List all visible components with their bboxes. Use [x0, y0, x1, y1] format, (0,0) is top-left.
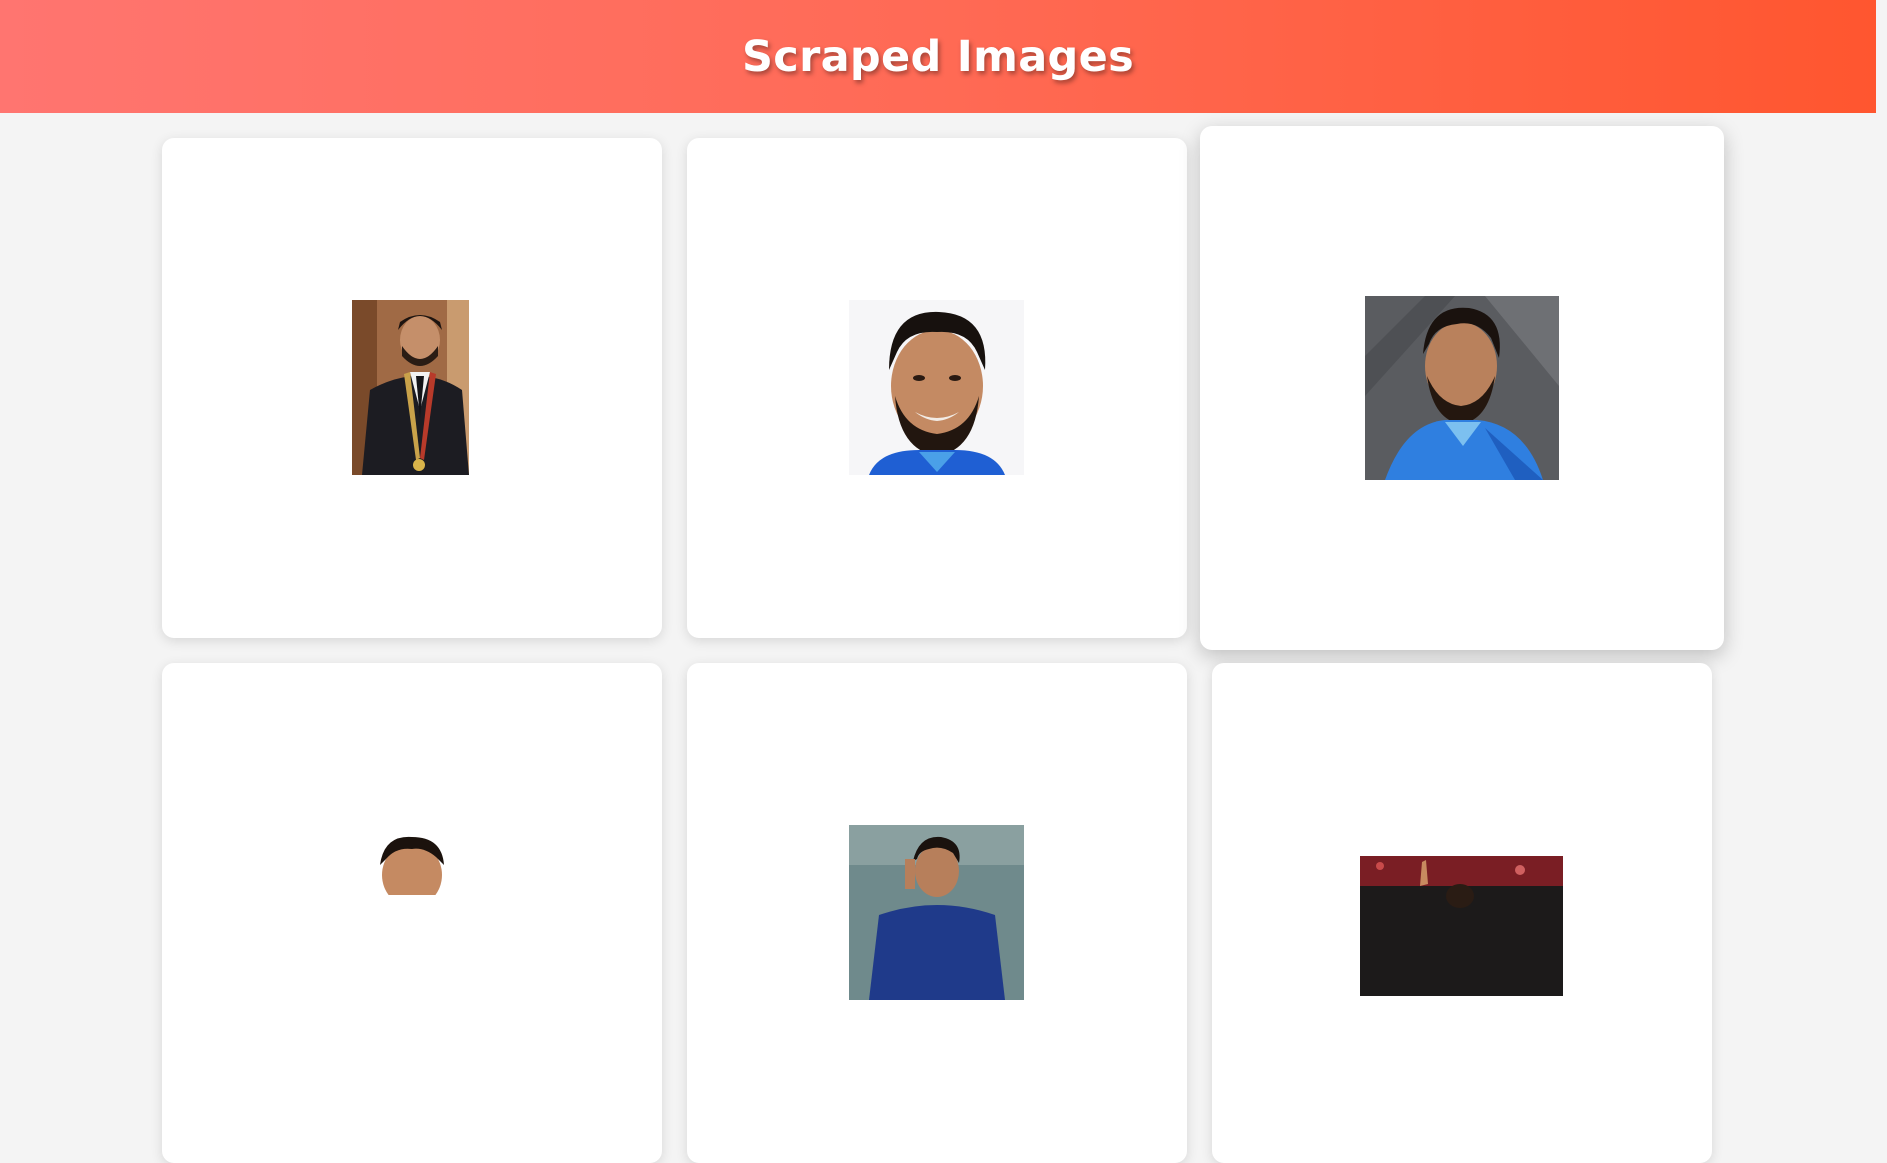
scraped-image[interactable] [1365, 296, 1559, 480]
image-card[interactable] [162, 138, 662, 638]
page-header: Scraped Images [0, 0, 1876, 113]
scraped-image[interactable] [849, 825, 1024, 1000]
scrollbar[interactable] [1876, 0, 1887, 887]
scraped-image[interactable] [374, 835, 450, 895]
scraped-image[interactable] [849, 300, 1024, 475]
scraped-image[interactable] [1360, 856, 1563, 996]
image-card[interactable] [1200, 126, 1724, 650]
page-title: Scraped Images [742, 31, 1134, 82]
image-card[interactable] [162, 663, 662, 1163]
image-card[interactable] [1212, 663, 1712, 1163]
image-card[interactable] [687, 663, 1187, 1163]
image-card[interactable] [687, 138, 1187, 638]
scraped-image[interactable] [352, 300, 469, 475]
